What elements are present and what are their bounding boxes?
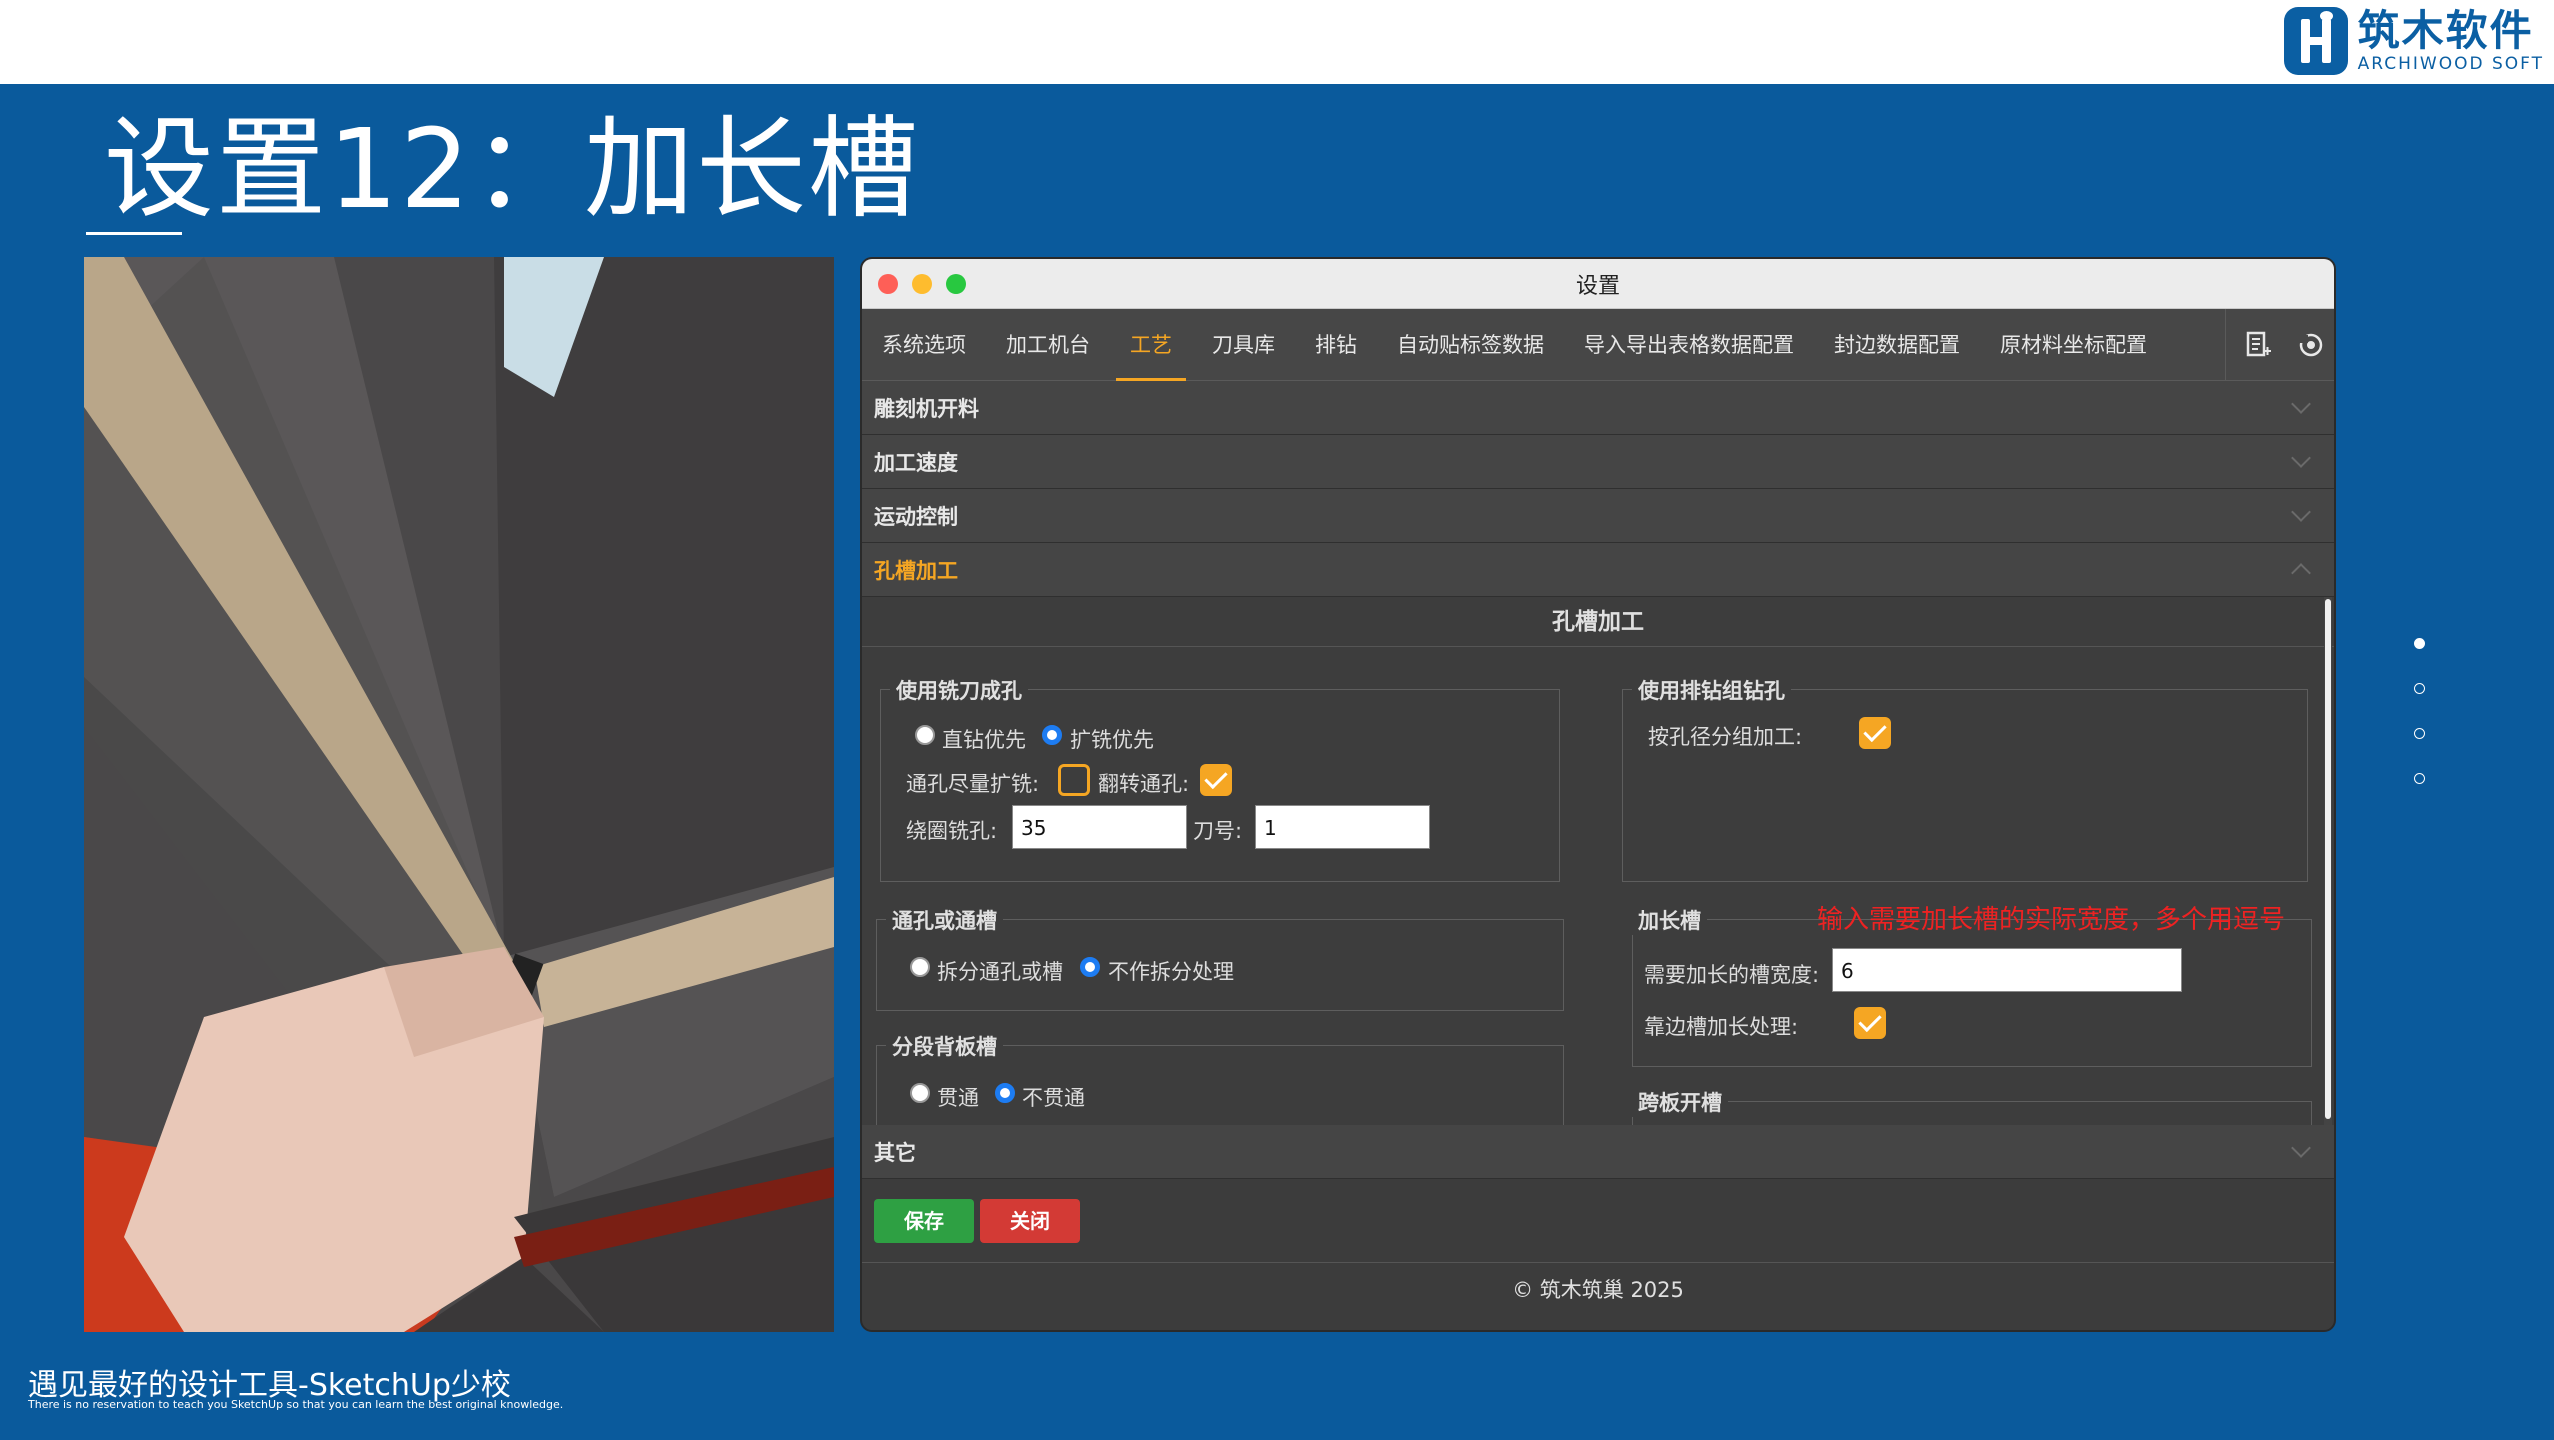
through-mill-checkbox[interactable] [1058,764,1090,796]
radio-drill-first-label: 直钻优先 [942,728,1026,752]
accordion-label: 雕刻机开料 [874,396,979,421]
top-banner: 筑木软件 ARCHIWOOD SOFT [0,0,2554,84]
gang-drill-group [1622,689,2308,882]
window-footer: © 筑木筑巢 2025 [1512,1278,1684,1302]
radio-mill-first[interactable] [1042,725,1062,745]
button-row: 保存 关闭 [862,1179,2334,1263]
tab-import-export[interactable]: 导入导出表格数据配置 [1564,309,1814,381]
close-button[interactable]: 关闭 [980,1198,1080,1243]
tab-bar: 系统选项 加工机台 工艺 刀具库 排钻 自动贴标签数据 导入导出表格数据配置 封… [862,309,2334,381]
archiwood-logo-icon [2283,7,2348,75]
reset-icon[interactable] [2298,332,2324,358]
edge-extend-label: 靠边槽加长处理: [1644,1015,1799,1039]
radio-drill-first[interactable] [915,725,935,745]
wood-panel-photo-image [84,257,834,1332]
radio-not-through-label: 不贯通 [1022,1086,1085,1110]
through-legend: 通孔或通槽 [886,905,1003,935]
bottom-subcaption: There is no reservation to teach you Ske… [28,1398,564,1411]
pager-dot[interactable] [2414,638,2425,649]
slide-title: 设置12：加长槽 [104,105,920,233]
pager-dot[interactable] [2414,773,2425,784]
tab-gang-drill[interactable]: 排钻 [1295,309,1377,381]
flip-through-checkbox[interactable] [1200,764,1232,796]
panel-title: 孔槽加工 [862,597,2334,647]
radio-through[interactable] [910,1083,930,1103]
chevron-down-icon [2291,1137,2311,1158]
tab-material-coords[interactable]: 原材料坐标配置 [1980,309,2167,381]
annotation-text: 输入需要加长槽的实际宽度，多个用逗号 [1817,905,2286,935]
radio-mill-first-label: 扩铣优先 [1070,728,1154,752]
hole-slot-panel: 孔槽加工 使用铣刀成孔 直钻优先 扩铣优先 通孔尽量扩铣: 翻转通孔: 绕圈铣孔… [862,597,2334,1125]
mill-hole-legend: 使用铣刀成孔 [890,675,1028,705]
cross-slot-legend: 跨板开槽 [1632,1087,1728,1117]
circle-mill-input[interactable]: 35 [1012,805,1187,849]
scrollbar-thumb[interactable] [2325,599,2331,1119]
tab-system-options[interactable]: 系统选项 [862,309,986,381]
accordion-label: 运动控制 [874,504,958,529]
window-titlebar: 设置 [862,259,2334,309]
brand-name-en: ARCHIWOOD SOFT [2357,54,2544,74]
window-title: 设置 [1575,273,1620,299]
brand-name-cn: 筑木软件 [2357,6,2534,55]
accordion-machining-speed[interactable]: 加工速度 [862,435,2334,489]
document-list-icon[interactable] [2246,331,2272,359]
chevron-up-icon [2291,562,2311,583]
tab-auto-label[interactable]: 自动贴标签数据 [1377,309,1564,381]
pager-dot[interactable] [2414,683,2425,694]
accordion-motion-control[interactable]: 运动控制 [862,489,2334,543]
accordion-label: 其它 [874,1140,916,1165]
circle-mill-label: 绕圈铣孔: [906,819,998,843]
tab-machine[interactable]: 加工机台 [986,309,1110,381]
tool-no-input[interactable]: 1 [1255,805,1430,849]
chevron-down-icon [2291,501,2311,522]
radio-not-through[interactable] [995,1083,1015,1103]
pager-dot[interactable] [2414,728,2425,739]
tab-tool-library[interactable]: 刀具库 [1192,309,1295,381]
group-by-dia-checkbox[interactable] [1859,717,1891,749]
radio-split-through-label: 拆分通孔或槽 [937,960,1063,984]
settings-window: 设置 系统选项 加工机台 工艺 刀具库 排钻 自动贴标签数据 导入导出表格数据配… [860,257,2336,1332]
extend-width-label: 需要加长的槽宽度: [1644,963,1820,987]
flip-through-label: 翻转通孔: [1098,772,1190,796]
panel-scrollbar[interactable] [2324,597,2332,1125]
extend-slot-legend: 加长槽 [1632,905,1707,935]
tool-no-label: 刀号: [1193,819,1243,843]
title-underline [86,232,182,235]
accordion-label: 孔槽加工 [874,558,958,583]
group-by-dia-label: 按孔径分组加工: [1648,725,1803,749]
chevron-down-icon [2291,447,2311,468]
demo-photo [84,257,834,1332]
brand-logo: 筑木软件 ARCHIWOOD SOFT [2283,5,2544,77]
gang-drill-legend: 使用排钻组钻孔 [1632,675,1791,705]
slide-pager [2414,638,2425,784]
cross-slot-group [1632,1101,2312,1125]
radio-through-label: 贯通 [937,1086,979,1110]
radio-split-through[interactable] [910,957,930,977]
extend-width-input[interactable]: 6 [1832,948,2182,992]
radio-no-split-label: 不作拆分处理 [1108,960,1234,984]
edge-extend-checkbox[interactable] [1854,1007,1886,1039]
save-button[interactable]: 保存 [874,1198,974,1243]
chevron-down-icon [2291,393,2311,414]
accordion-hole-slot-machining[interactable]: 孔槽加工 [862,543,2334,597]
accordion-label: 加工速度 [874,450,958,475]
through-mill-label: 通孔尽量扩铣: [906,772,1040,796]
tab-edge-banding[interactable]: 封边数据配置 [1814,309,1980,381]
extend-slot-group [1632,919,2312,1067]
back-panel-legend: 分段背板槽 [886,1031,1003,1061]
accordion-engraving-cutting[interactable]: 雕刻机开料 [862,381,2334,435]
accordion-other[interactable]: 其它 [862,1125,2334,1179]
radio-no-split[interactable] [1080,957,1100,977]
tab-process[interactable]: 工艺 [1110,309,1192,381]
